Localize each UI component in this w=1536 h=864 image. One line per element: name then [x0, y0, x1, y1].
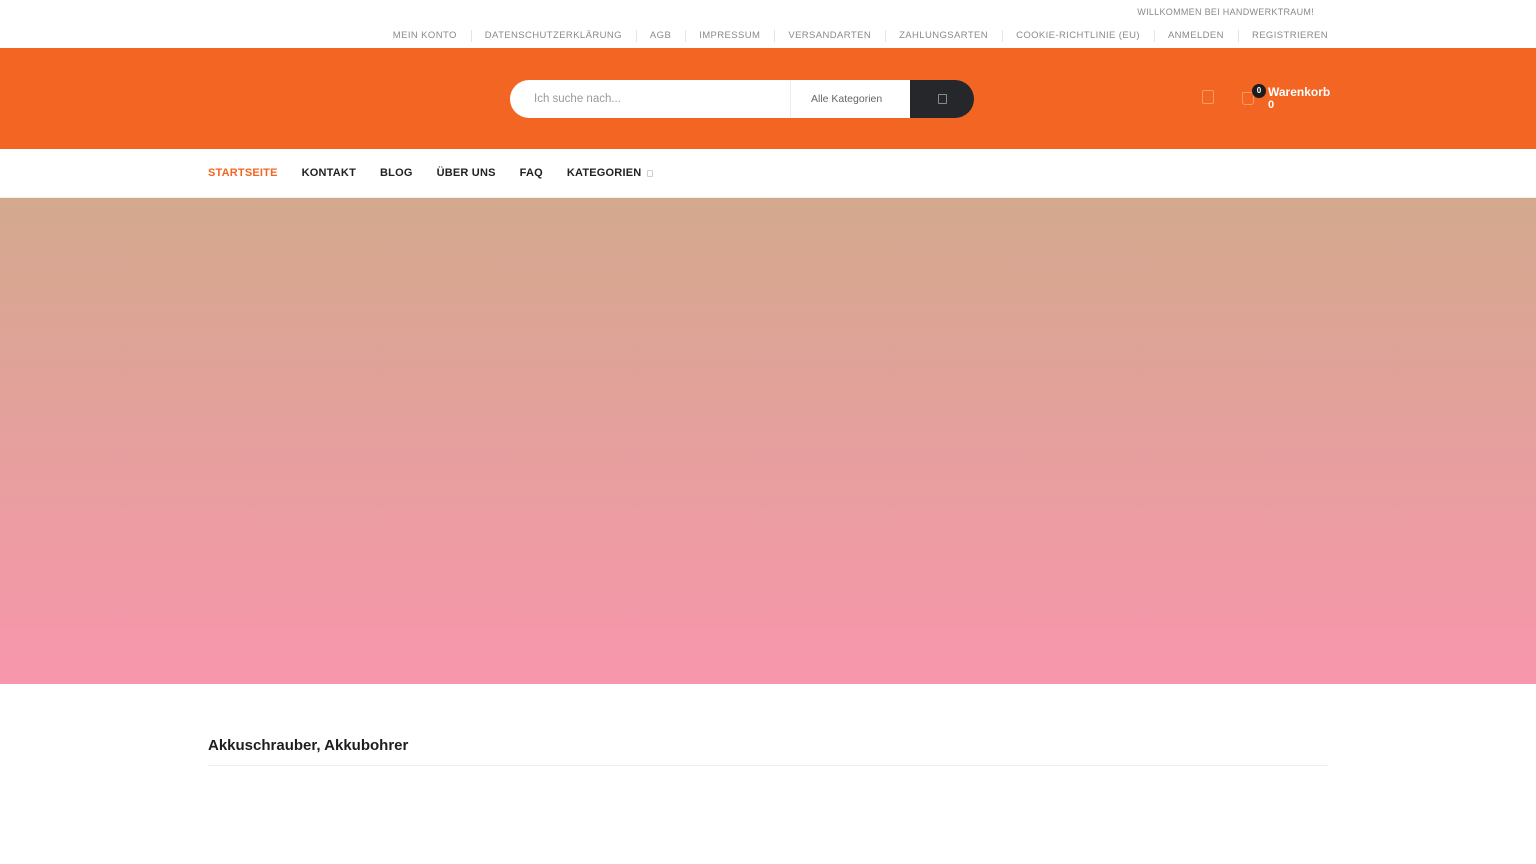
category-select[interactable]: Alle Kategorien — [790, 80, 910, 118]
site-header: Alle Kategorien 0 Warenkorb 0 — [0, 48, 1536, 149]
search-icon — [937, 94, 947, 104]
top-link-registrieren[interactable]: REGISTRIEREN — [1237, 30, 1328, 42]
cart-count-badge: 0 — [1252, 84, 1266, 98]
cart-total: 0 — [1268, 99, 1275, 111]
nav-item-kategorien-label: KATEGORIEN — [566, 167, 642, 179]
top-link-zahlungsarten[interactable]: ZAHLUNGSARTEN — [885, 30, 1002, 42]
nav-item-kategorien[interactable]: KATEGORIEN — [567, 167, 654, 180]
top-link-anmelden[interactable]: ANMELDEN — [1153, 30, 1238, 42]
nav-item-ueber-uns[interactable]: ÜBER UNS — [437, 167, 496, 180]
section-divider — [208, 765, 1328, 766]
nav-item-startseite[interactable]: STARTSEITE — [208, 167, 278, 180]
nav-item-blog[interactable]: BLOG — [380, 167, 413, 180]
top-link-agb[interactable]: AGB — [635, 30, 685, 42]
nav-item-kontakt[interactable]: KONTAKT — [302, 167, 356, 180]
section-title: Akkuschrauber, Akkubohrer — [208, 737, 409, 754]
search-input[interactable] — [510, 80, 790, 118]
top-link-versandarten[interactable]: VERSANDARTEN — [774, 30, 885, 42]
top-link-impressum[interactable]: IMPRESSUM — [685, 30, 774, 42]
top-link-cookie-richtlinie[interactable]: COOKIE-RICHTLINIE (EU) — [1002, 30, 1154, 42]
welcome-message: WILLKOMMEN BEI HANDWERKTRAUM! — [1137, 7, 1314, 17]
main-navigation: STARTSEITE KONTAKT BLOG ÜBER UNS FAQ KAT… — [0, 149, 1536, 198]
search-button[interactable] — [910, 80, 974, 118]
top-links: MEIN KONTO DATENSCHUTZERKLÄRUNG AGB IMPR… — [379, 30, 1328, 42]
top-utility-bar: WILLKOMMEN BEI HANDWERKTRAUM! MEIN KONTO… — [0, 0, 1536, 48]
top-link-datenschutz[interactable]: DATENSCHUTZERKLÄRUNG — [470, 30, 636, 42]
cart-link[interactable]: Warenkorb — [1268, 85, 1330, 99]
hero-banner[interactable] — [0, 198, 1536, 684]
nav-item-faq[interactable]: FAQ — [520, 167, 543, 180]
top-link-mein-konto[interactable]: MEIN KONTO — [379, 30, 471, 42]
heart-icon[interactable] — [1202, 90, 1214, 104]
search-bar: Alle Kategorien — [510, 80, 974, 118]
chevron-down-icon — [647, 169, 654, 177]
